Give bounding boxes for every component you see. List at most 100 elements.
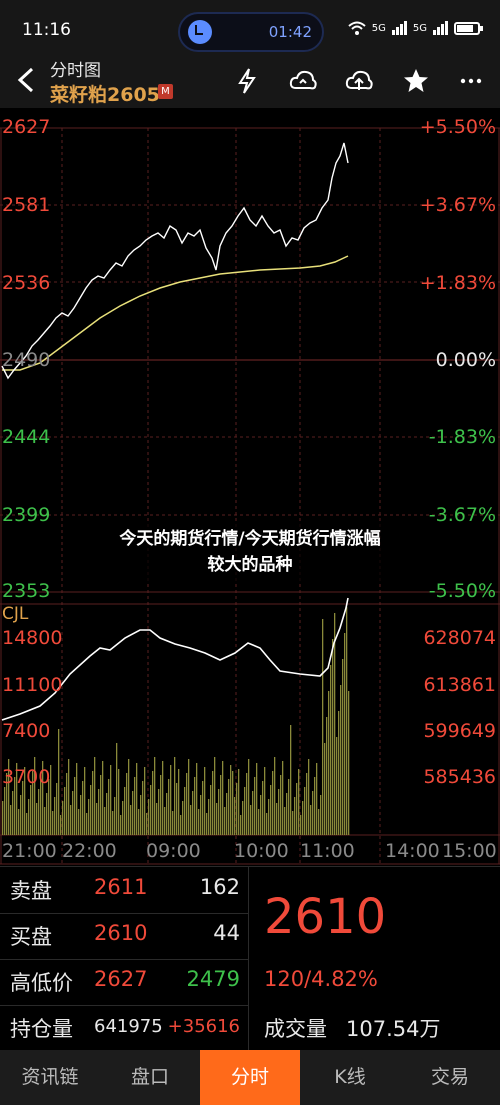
network-5g-1: 5G: [371, 22, 386, 34]
volume-bar: [198, 809, 200, 835]
volume-bar: [104, 807, 106, 835]
cloud-sync-icon[interactable]: [288, 66, 318, 96]
buy-label: 买盘: [10, 925, 52, 949]
intraday-chart[interactable]: 2627 2581 2536 2490 2444 2399 2353 +5.50…: [0, 108, 500, 868]
volume-bar: [282, 761, 284, 835]
time-tick: 10:00: [234, 840, 289, 862]
sell-price: 2611: [94, 875, 148, 899]
timer-pill[interactable]: 01:42: [178, 12, 324, 52]
status-time: 11:16: [22, 20, 71, 40]
volume-bar: [76, 763, 78, 835]
volume-tick: 3700: [2, 766, 51, 788]
volume-bar: [240, 815, 242, 835]
star-icon[interactable]: [401, 66, 431, 96]
oi-label: 持仓量: [10, 1017, 73, 1041]
volume-bar: [214, 757, 216, 835]
volume-bar: [172, 811, 174, 835]
volume-bar: [62, 801, 64, 835]
volume-bar: [316, 763, 318, 835]
volume-bar: [100, 775, 102, 835]
volume-bar: [174, 757, 176, 835]
tab-intraday[interactable]: 分时: [200, 1050, 300, 1105]
lightning-icon[interactable]: [232, 66, 262, 96]
volume-bar: [320, 795, 322, 835]
volume-label: 成交量: [264, 1017, 327, 1041]
volume-bar: [328, 691, 330, 835]
volume-bar: [156, 803, 158, 835]
pct-tick: -3.67%: [428, 504, 496, 526]
volume-bar: [220, 775, 222, 835]
more-icon[interactable]: [456, 66, 486, 96]
volume-bar: [86, 813, 88, 835]
status-icons: 5G 5G: [348, 21, 483, 35]
volume-bar: [124, 787, 126, 835]
volume-bar: [88, 799, 90, 835]
volume-bar: [330, 665, 332, 835]
volume-bar: [128, 759, 130, 835]
oi-tick: 613861: [423, 674, 496, 696]
tab-news-chain[interactable]: 资讯链: [0, 1050, 100, 1105]
average-price-line: [2, 255, 349, 371]
sell-label: 卖盘: [10, 879, 52, 903]
caption-line-1: 今天的期货行情/今天期货行情涨幅: [119, 529, 381, 549]
volume-bar: [96, 803, 98, 835]
tab-kline[interactable]: K线: [300, 1050, 400, 1105]
volume-tick: 11100: [2, 674, 63, 696]
volume-bar: [122, 801, 124, 835]
volume-bar: [130, 805, 132, 835]
price-line: [1, 142, 349, 380]
volume-bar: [254, 777, 256, 835]
volume-bar: [90, 785, 92, 835]
volume-bar: [126, 773, 128, 835]
volume-bar: [210, 785, 212, 835]
volume-bar: [192, 791, 194, 835]
volume-bar: [92, 771, 94, 835]
volume-bar: [236, 783, 238, 835]
oi-change: +35616: [167, 1016, 240, 1037]
volume-bar: [44, 807, 46, 835]
chart-canvas[interactable]: [0, 108, 500, 868]
back-arrow-icon[interactable]: [12, 65, 42, 95]
volume-bar: [312, 791, 314, 835]
volume-bar: [18, 809, 20, 835]
volume-bar: [188, 759, 190, 835]
volume-bar: [308, 759, 310, 835]
cloud-up-icon[interactable]: [344, 66, 374, 96]
volume-bar: [246, 773, 248, 835]
volume-bar: [186, 773, 188, 835]
pct-tick: +1.83%: [419, 272, 496, 294]
volume-bar: [262, 781, 264, 835]
volume-bar: [118, 769, 120, 835]
buy-qty: 44: [213, 921, 240, 945]
price-tick: 2627: [2, 116, 51, 138]
oi-tick: 599649: [423, 720, 496, 742]
volume-bar: [54, 797, 56, 835]
volume-bar: [162, 761, 164, 835]
time-tick: 15:00: [442, 840, 497, 862]
volume-bar: [212, 771, 214, 835]
volume-bar: [196, 763, 198, 835]
volume-bar: [294, 797, 296, 835]
tab-trade[interactable]: 交易: [400, 1050, 500, 1105]
price-tick: 2399: [2, 504, 51, 526]
oi-row: 持仓量 641975 +35616: [0, 1005, 248, 1051]
volume-bar: [260, 795, 262, 835]
volume-bar: [218, 789, 220, 835]
volume-bar: [266, 813, 268, 835]
page-subtitle: 分时图: [50, 61, 101, 81]
market-badge: M: [158, 84, 173, 99]
volume-bar: [258, 809, 260, 835]
volume-bar: [310, 805, 312, 835]
volume-bar: [250, 805, 252, 835]
pct-tick: 0.00%: [435, 349, 496, 371]
volume-bar: [326, 717, 328, 835]
status-bar: 11:16 01:42 5G 5G: [0, 0, 500, 56]
volume-bar: [4, 787, 6, 835]
volume-bar: [226, 793, 228, 835]
volume-bar: [102, 761, 104, 835]
tab-order-book[interactable]: 盘口: [100, 1050, 200, 1105]
pct-tick: +5.50%: [419, 116, 496, 138]
volume-bar: [98, 789, 100, 835]
time-tick: 21:00: [2, 840, 57, 862]
volume-indicator-label[interactable]: CJL: [2, 604, 28, 624]
